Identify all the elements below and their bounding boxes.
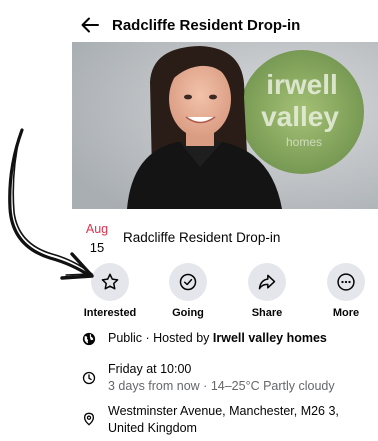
share-button[interactable]: Share <box>237 263 297 319</box>
time-text: Friday at 10:00 3 days from now · 14–25°… <box>108 361 335 395</box>
privacy-label: Public · Hosted by <box>108 331 213 345</box>
share-arrow-icon <box>258 274 276 290</box>
back-arrow-icon <box>81 17 99 33</box>
location-text: Westminster Avenue, Manchester, M26 3, U… <box>108 403 339 437</box>
event-time: Friday at 10:00 <box>108 362 192 376</box>
interested-label: Interested <box>83 307 137 319</box>
globe-icon <box>82 332 96 346</box>
address-line-1: Westminster Avenue, Manchester, M26 3, <box>108 404 339 418</box>
event-header: Radcliffe Resident Drop-in <box>80 13 300 37</box>
going-label: Going <box>172 307 204 319</box>
more-circle <box>327 263 365 301</box>
event-title: Radcliffe Resident Drop-in <box>123 230 281 245</box>
event-time-sub: 3 days from now · 14–25°C Partly cloudy <box>108 379 335 393</box>
more-button[interactable]: More <box>316 263 376 319</box>
star-icon <box>101 273 119 290</box>
privacy-text: Public · Hosted by Irwell valley homes <box>108 330 327 347</box>
annotation-arrow-icon <box>8 128 94 280</box>
privacy-row: Public · Hosted by Irwell valley homes <box>82 330 327 347</box>
address-line-2: United Kingdom <box>108 421 197 435</box>
clock-icon <box>82 371 96 385</box>
more-label: More <box>332 307 360 319</box>
location-pin-icon <box>83 412 95 426</box>
logo-text-1: irwell <box>266 69 338 100</box>
location-row[interactable]: Westminster Avenue, Manchester, M26 3, U… <box>82 403 339 437</box>
back-button[interactable] <box>80 15 100 35</box>
page-title: Radcliffe Resident Drop-in <box>112 16 301 34</box>
share-circle <box>248 263 286 301</box>
more-dots-icon <box>337 273 355 291</box>
going-button[interactable]: Going <box>158 263 218 319</box>
share-label: Share <box>251 307 283 319</box>
event-cover-photo[interactable]: irwell valley homes <box>72 42 378 209</box>
logo-text-2: valley <box>261 101 339 132</box>
logo-text-3: homes <box>286 135 322 149</box>
host-link[interactable]: Irwell valley homes <box>213 331 327 345</box>
event-actions: Interested Going Share More <box>80 263 378 319</box>
check-circle-icon <box>179 273 197 291</box>
time-row: Friday at 10:00 3 days from now · 14–25°… <box>82 361 335 395</box>
going-circle <box>169 263 207 301</box>
